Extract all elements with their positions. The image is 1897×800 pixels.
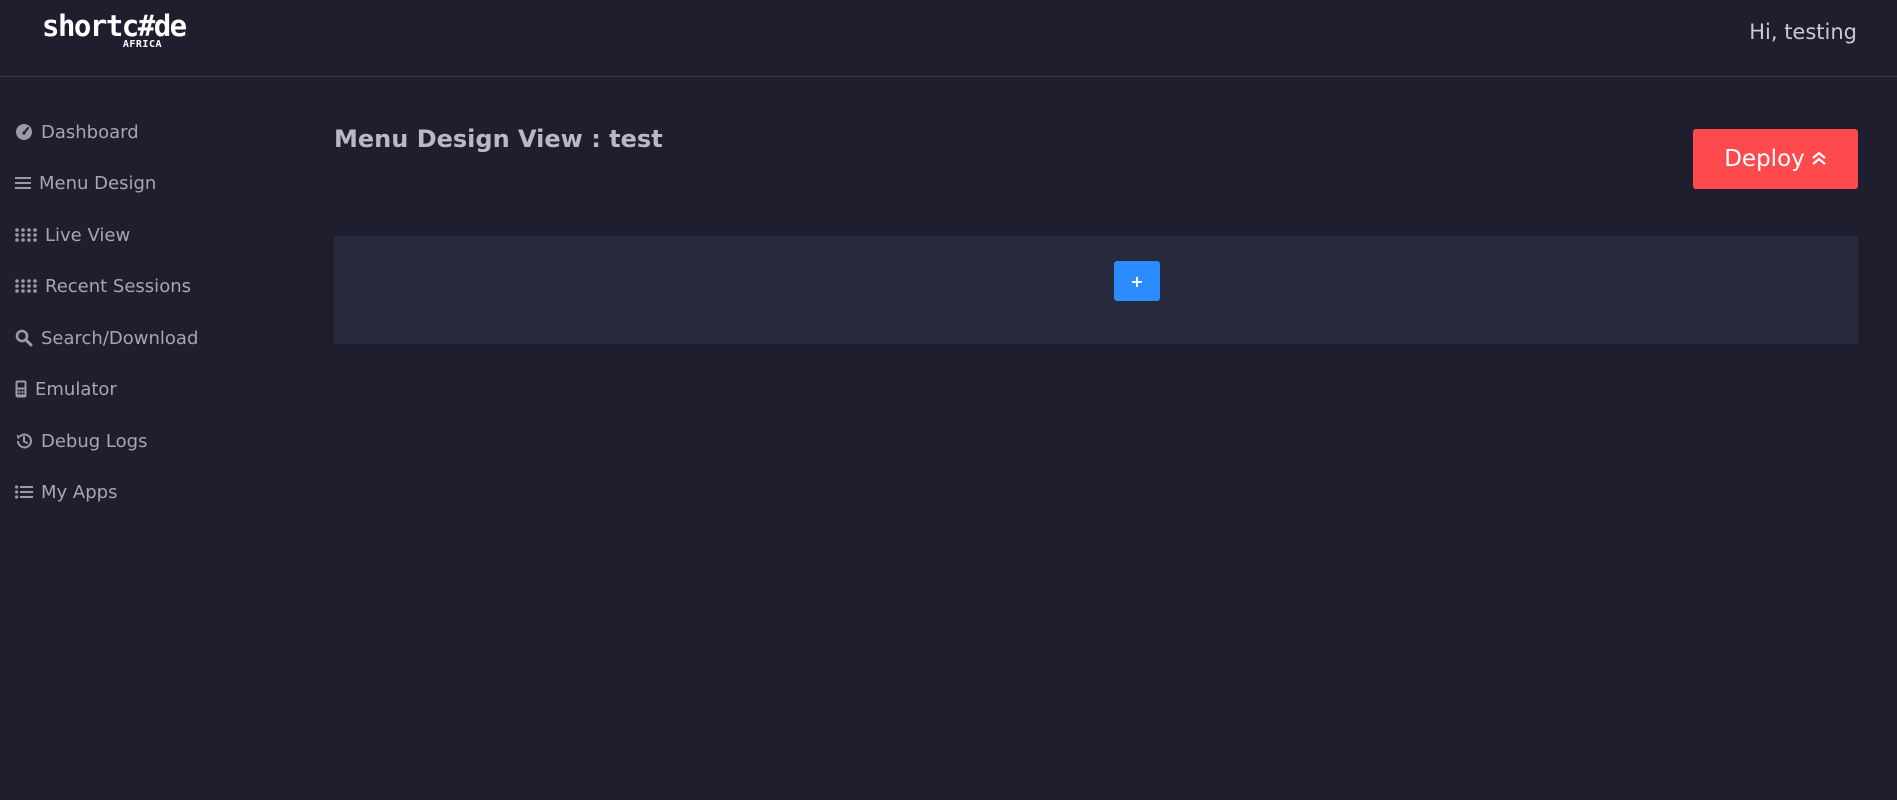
logo-wordmark: shortc#de bbox=[42, 9, 187, 43]
sidebar-item-label: Emulator bbox=[35, 378, 117, 400]
add-menu-item-button[interactable]: + bbox=[1114, 261, 1160, 301]
shortcode-africa-logo[interactable]: shortc#de AFRICA bbox=[42, 9, 187, 53]
sidebar-item-search-download[interactable]: Search/Download bbox=[15, 322, 198, 354]
sidebar-item-label: Debug Logs bbox=[41, 430, 148, 452]
history-icon bbox=[15, 432, 33, 450]
grid-dots-icon bbox=[15, 228, 37, 242]
sidebar-item-my-apps[interactable]: My Apps bbox=[15, 476, 117, 508]
sidebar-item-emulator[interactable]: Emulator bbox=[15, 373, 117, 405]
gauge-icon bbox=[15, 123, 33, 141]
page-title: Menu Design View : test bbox=[334, 125, 663, 153]
deploy-button-label: Deploy bbox=[1724, 146, 1805, 172]
list-icon bbox=[15, 485, 33, 499]
phone-icon bbox=[15, 380, 27, 398]
top-header: shortc#de AFRICA Hi, testing bbox=[0, 0, 1897, 77]
deploy-button[interactable]: Deploy bbox=[1693, 129, 1858, 189]
sidebar-item-debug-logs[interactable]: Debug Logs bbox=[15, 425, 147, 457]
menu-design-canvas: + bbox=[334, 236, 1858, 344]
user-greeting[interactable]: Hi, testing bbox=[1749, 18, 1857, 46]
sidebar-item-label: Dashboard bbox=[41, 121, 139, 143]
double-chevron-up-icon bbox=[1811, 146, 1827, 172]
sidebar-item-dashboard[interactable]: Dashboard bbox=[15, 116, 139, 148]
sidebar-item-label: Menu Design bbox=[39, 172, 157, 194]
sidebar-item-label: Recent Sessions bbox=[45, 275, 191, 297]
sidebar-item-label: Search/Download bbox=[41, 327, 199, 349]
search-icon bbox=[15, 329, 33, 347]
grid-dots-icon bbox=[15, 279, 37, 293]
sidebar-item-label: My Apps bbox=[41, 481, 118, 503]
bars-icon bbox=[15, 176, 31, 190]
sidebar-item-live-view[interactable]: Live View bbox=[15, 219, 130, 251]
logo-subtitle: AFRICA bbox=[122, 39, 162, 50]
sidebar-item-menu-design[interactable]: Menu Design bbox=[15, 167, 156, 199]
sidebar-item-label: Live View bbox=[45, 224, 131, 246]
sidebar-item-recent-sessions[interactable]: Recent Sessions bbox=[15, 270, 191, 302]
